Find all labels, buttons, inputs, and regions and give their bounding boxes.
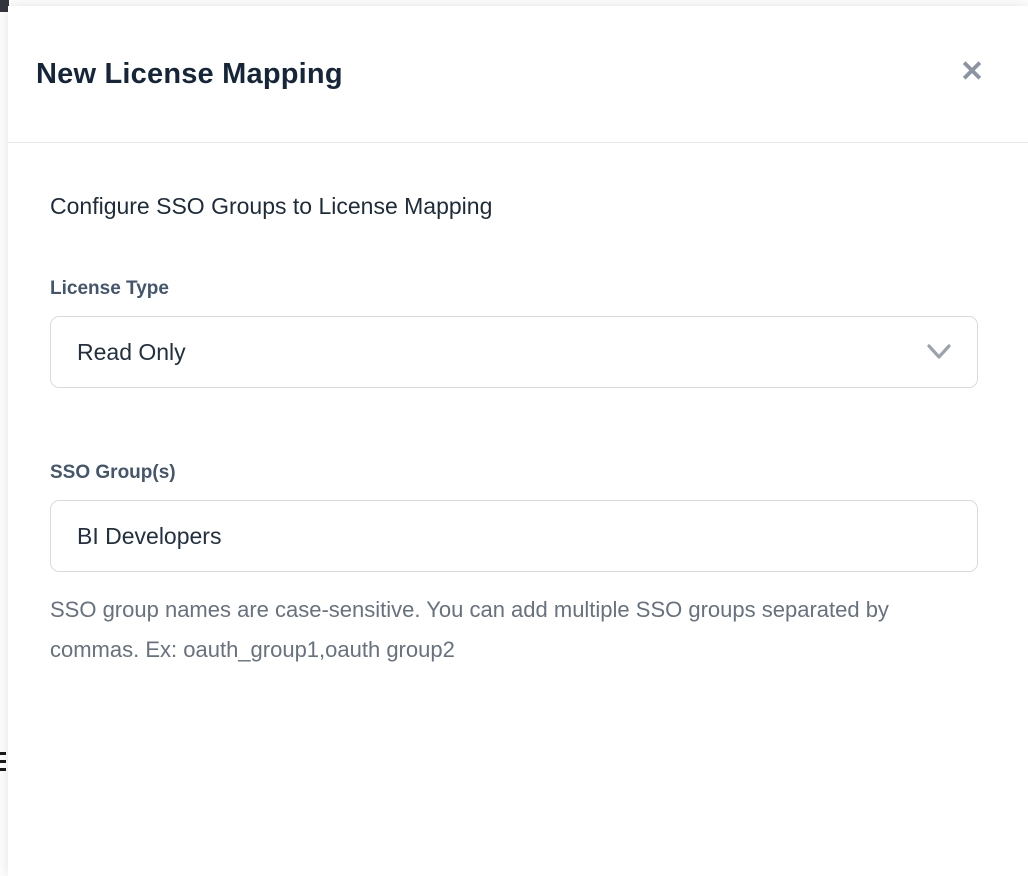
menu-bar-line: [0, 752, 6, 755]
license-type-selected-value: Read Only: [77, 339, 186, 366]
sso-groups-field-group: SSO Group(s) SSO group names are case-se…: [50, 462, 986, 669]
modal-description: Configure SSO Groups to License Mapping: [50, 193, 986, 220]
modal-body: Configure SSO Groups to License Mapping …: [8, 143, 1028, 669]
modal-header: New License Mapping ✕: [8, 6, 1028, 143]
license-type-select[interactable]: Read Only: [50, 316, 978, 388]
new-license-mapping-modal: New License Mapping ✕ Configure SSO Grou…: [8, 6, 1028, 876]
menu-bar-line: [0, 768, 6, 771]
license-type-label: License Type: [50, 278, 986, 300]
license-type-field-group: License Type Read Only: [50, 278, 986, 388]
menu-bar-line: [0, 760, 6, 763]
sso-groups-label: SSO Group(s): [50, 462, 986, 484]
sso-groups-input[interactable]: [50, 500, 978, 572]
sso-groups-help-text: SSO group names are case-sensitive. You …: [50, 590, 900, 669]
close-icon[interactable]: ✕: [954, 54, 990, 90]
chevron-down-icon: [927, 344, 951, 360]
background-menu-icon: [0, 752, 6, 771]
modal-title: New License Mapping: [36, 58, 343, 91]
